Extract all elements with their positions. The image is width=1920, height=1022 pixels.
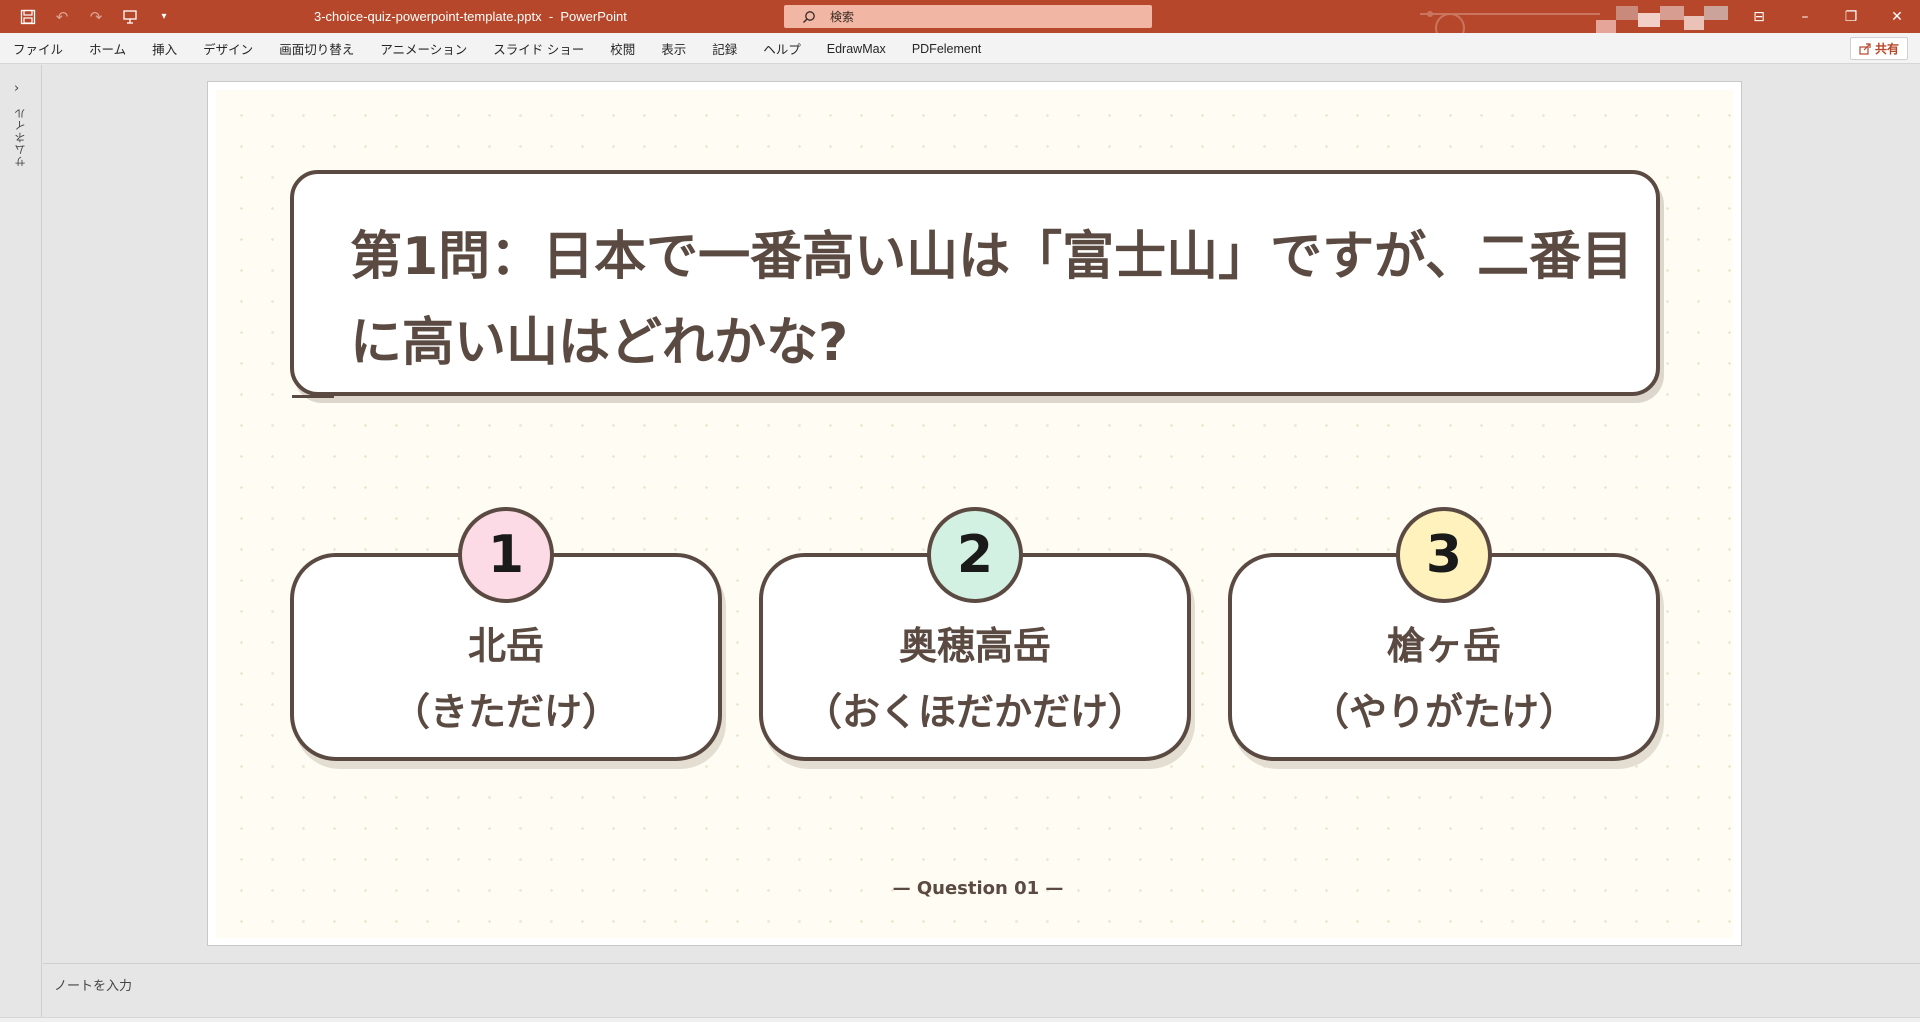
title-decoration-icon xyxy=(1420,11,1600,33)
customize-icon[interactable]: ▾ xyxy=(154,7,174,27)
choice-number-badge: 2 xyxy=(927,507,1023,603)
choice-name: 槍ヶ岳 xyxy=(1386,624,1501,668)
slide-canvas[interactable]: 第1問：日本で一番高い山は「富士山」ですが、二番目に高い山はどれかな? 1 北岳… xyxy=(207,81,1742,946)
choice-reading: （おくほだかだけ） xyxy=(803,690,1146,734)
window-controls: ⊟ – ❐ ✕ xyxy=(1736,0,1920,33)
notes-pane[interactable]: ノートを入力 xyxy=(43,963,1920,1017)
question-box[interactable]: 第1問：日本で一番高い山は「富士山」ですが、二番目に高い山はどれかな? xyxy=(290,170,1660,396)
tab-help[interactable]: ヘルプ xyxy=(763,39,801,58)
choice-card-2[interactable]: 2 奥穂高岳 （おくほだかだけ） xyxy=(759,507,1191,761)
expand-thumbnails-icon[interactable]: › xyxy=(14,81,19,96)
choice-name: 北岳 xyxy=(467,624,544,668)
undo-icon[interactable]: ↶ xyxy=(52,7,72,27)
ribbon-display-icon[interactable]: ⊟ xyxy=(1736,0,1782,33)
choice-reading: （きただけ） xyxy=(391,690,620,734)
tab-file[interactable]: ファイル xyxy=(13,39,63,58)
title-bar: ↶ ↷ ▾ 3-choice-quiz-powerpoint-template.… xyxy=(0,0,1920,34)
document-title: 3-choice-quiz-powerpoint-template.pptx -… xyxy=(314,9,627,24)
tab-design[interactable]: デザイン xyxy=(203,39,253,58)
restore-button[interactable]: ❐ xyxy=(1828,0,1874,33)
tab-animations[interactable]: アニメーション xyxy=(380,39,467,58)
redo-icon[interactable]: ↷ xyxy=(86,7,106,27)
share-label: 共有 xyxy=(1874,42,1899,56)
search-icon xyxy=(803,10,815,23)
ribbon-tabs: ファイル ホーム 挿入 デザイン 画面切り替え アニメーション スライド ショー… xyxy=(13,33,1007,64)
tab-edrawmax[interactable]: EdrawMax xyxy=(827,42,886,56)
tab-transitions[interactable]: 画面切り替え xyxy=(279,39,354,58)
choice-number-badge: 3 xyxy=(1396,507,1492,603)
tab-view[interactable]: 表示 xyxy=(661,39,686,58)
save-icon[interactable] xyxy=(18,7,38,27)
status-bar xyxy=(0,1017,1920,1022)
notes-placeholder: ノートを入力 xyxy=(54,979,133,994)
tab-pdfelement[interactable]: PDFelement xyxy=(912,42,981,56)
choice-card-3[interactable]: 3 槍ヶ岳 （やりがたけ） xyxy=(1228,507,1660,761)
search-box[interactable]: 検索 xyxy=(784,5,1152,28)
tab-home[interactable]: ホーム xyxy=(89,39,126,58)
ribbon-tabs-bar: ファイル ホーム 挿入 デザイン 画面切り替え アニメーション スライド ショー… xyxy=(0,33,1920,64)
thumbnail-pane-collapsed: › サムネイル xyxy=(0,65,42,1017)
share-icon xyxy=(1859,42,1871,55)
user-account-blurred[interactable] xyxy=(1596,6,1734,34)
tab-review[interactable]: 校閲 xyxy=(610,39,635,58)
minimize-button[interactable]: – xyxy=(1782,0,1828,33)
choice-number-badge: 1 xyxy=(458,507,554,603)
slide[interactable]: 第1問：日本で一番高い山は「富士山」ですが、二番目に高い山はどれかな? 1 北岳… xyxy=(216,90,1733,938)
choice-card-1[interactable]: 1 北岳 （きただけ） xyxy=(290,507,722,761)
thumbnail-pane-label[interactable]: サムネイル xyxy=(13,107,29,167)
choice-name: 奥穂高岳 xyxy=(898,624,1051,668)
tab-insert[interactable]: 挿入 xyxy=(152,39,177,58)
choice-reading: （やりがたけ） xyxy=(1310,690,1577,734)
quick-access-toolbar: ↶ ↷ ▾ xyxy=(18,0,174,33)
share-button[interactable]: 共有 xyxy=(1849,37,1908,60)
present-icon[interactable] xyxy=(120,7,140,27)
question-text[interactable]: 第1問：日本で一番高い山は「富士山」ですが、二番目に高い山はどれかな? xyxy=(350,214,1640,386)
tab-record[interactable]: 記録 xyxy=(712,39,737,58)
close-button[interactable]: ✕ xyxy=(1874,0,1920,33)
text-cursor-mark xyxy=(292,395,334,398)
search-placeholder: 検索 xyxy=(830,10,855,24)
question-number-label[interactable]: — Question 01 — xyxy=(216,878,1736,899)
tab-slideshow[interactable]: スライド ショー xyxy=(493,39,584,58)
